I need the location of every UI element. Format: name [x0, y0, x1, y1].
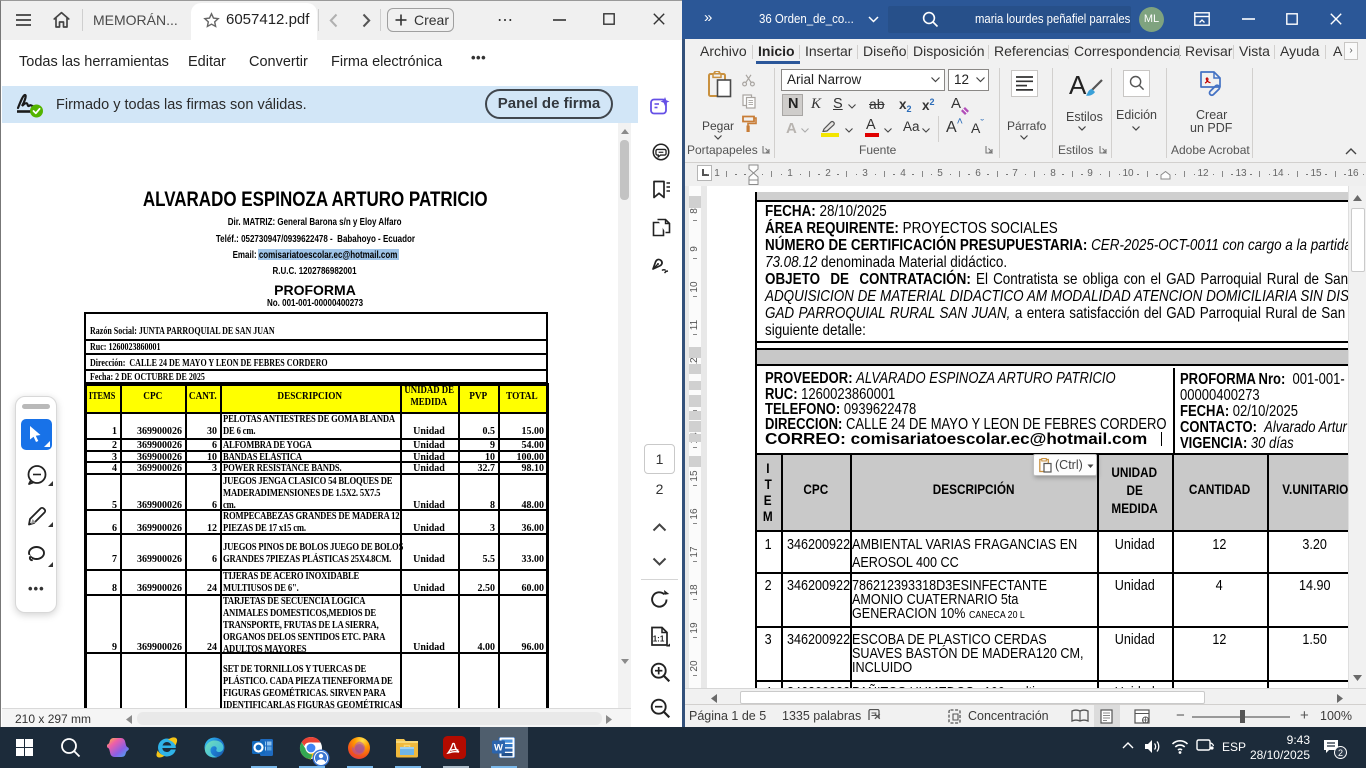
svg-text:1:1: 1:1: [653, 635, 665, 644]
svg-text:W: W: [494, 743, 503, 754]
